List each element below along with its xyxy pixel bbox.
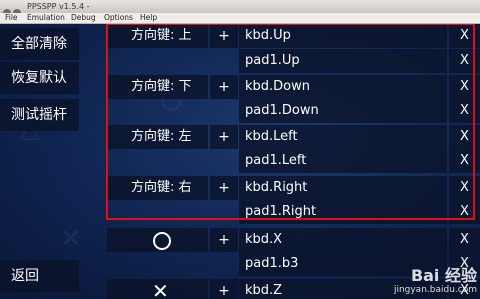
background-cross-icon: ✕ [60,224,82,254]
remove-binding-button[interactable]: X [449,49,480,73]
binding-kbd-left[interactable]: kbd.Left [239,125,447,149]
remove-binding-button[interactable]: X [449,176,480,200]
binding-pad1-right[interactable]: pad1.Right [239,200,447,224]
remove-binding-button[interactable]: X [449,149,480,173]
remove-binding-button[interactable]: X [449,24,480,48]
add-binding-button[interactable]: + [210,125,238,149]
menu-emulation[interactable]: Emulation [27,13,65,23]
add-binding-button[interactable]: + [210,176,238,200]
add-binding-button[interactable]: + [210,279,238,299]
watermark-brand: Bai 经验 [410,266,477,285]
watermark: Bai 经验 jingyan.baidu.com [394,267,477,296]
window-title: PPSSPP v1.5.4 - [27,2,90,11]
add-binding-button[interactable]: + [210,24,238,48]
circle-button-label [107,228,208,252]
binding-kbd-down[interactable]: kbd.Down [239,75,447,99]
remove-binding-button[interactable]: X [449,99,480,123]
add-binding-button[interactable]: + [210,228,238,252]
cross-icon: ✕ [152,279,169,299]
menu-options[interactable]: Options [104,13,133,23]
circle-icon [153,232,171,250]
menu-bar: File Emulation Debug Options Help [0,13,480,24]
clear-all-button[interactable]: 全部清除 [0,28,79,60]
binding-pad1-down[interactable]: pad1.Down [239,99,447,123]
binding-pad1-left[interactable]: pad1.Left [239,149,447,173]
dpad-up-label: 方向键: 上 [107,24,208,48]
binding-pad1-up[interactable]: pad1.Up [239,49,447,73]
binding-kbd-right[interactable]: kbd.Right [239,176,447,200]
remove-binding-button[interactable]: X [449,125,480,149]
test-analog-button[interactable]: 测试摇杆 [0,99,79,131]
dpad-down-label: 方向键: 下 [107,75,208,99]
back-button[interactable]: 返回 [0,260,79,292]
restore-default-button[interactable]: 恢复默认 [0,62,79,94]
dpad-left-label: 方向键: 左 [107,125,208,149]
remove-binding-button[interactable]: X [449,228,480,252]
dpad-right-label: 方向键: 右 [107,176,208,200]
watermark-url: jingyan.baidu.com [393,285,477,295]
remove-binding-button[interactable]: X [449,200,480,224]
window-title-bar: PPSSPP v1.5.4 - [0,0,480,17]
control-mapping-screen: △ ○ □ ✕ △ 全部清除 恢复默认 测试摇杆 返回 方向键: 上 + kbd… [0,24,480,299]
menu-debug[interactable]: Debug [71,13,96,23]
add-binding-button[interactable]: + [210,75,238,99]
remove-binding-button[interactable]: X [449,75,480,99]
menu-help[interactable]: Help [140,13,157,23]
binding-kbd-x[interactable]: kbd.X [239,228,447,252]
binding-kbd-up[interactable]: kbd.Up [239,24,447,48]
menu-file[interactable]: File [5,13,18,23]
cross-button-label: ✕ [107,279,208,299]
